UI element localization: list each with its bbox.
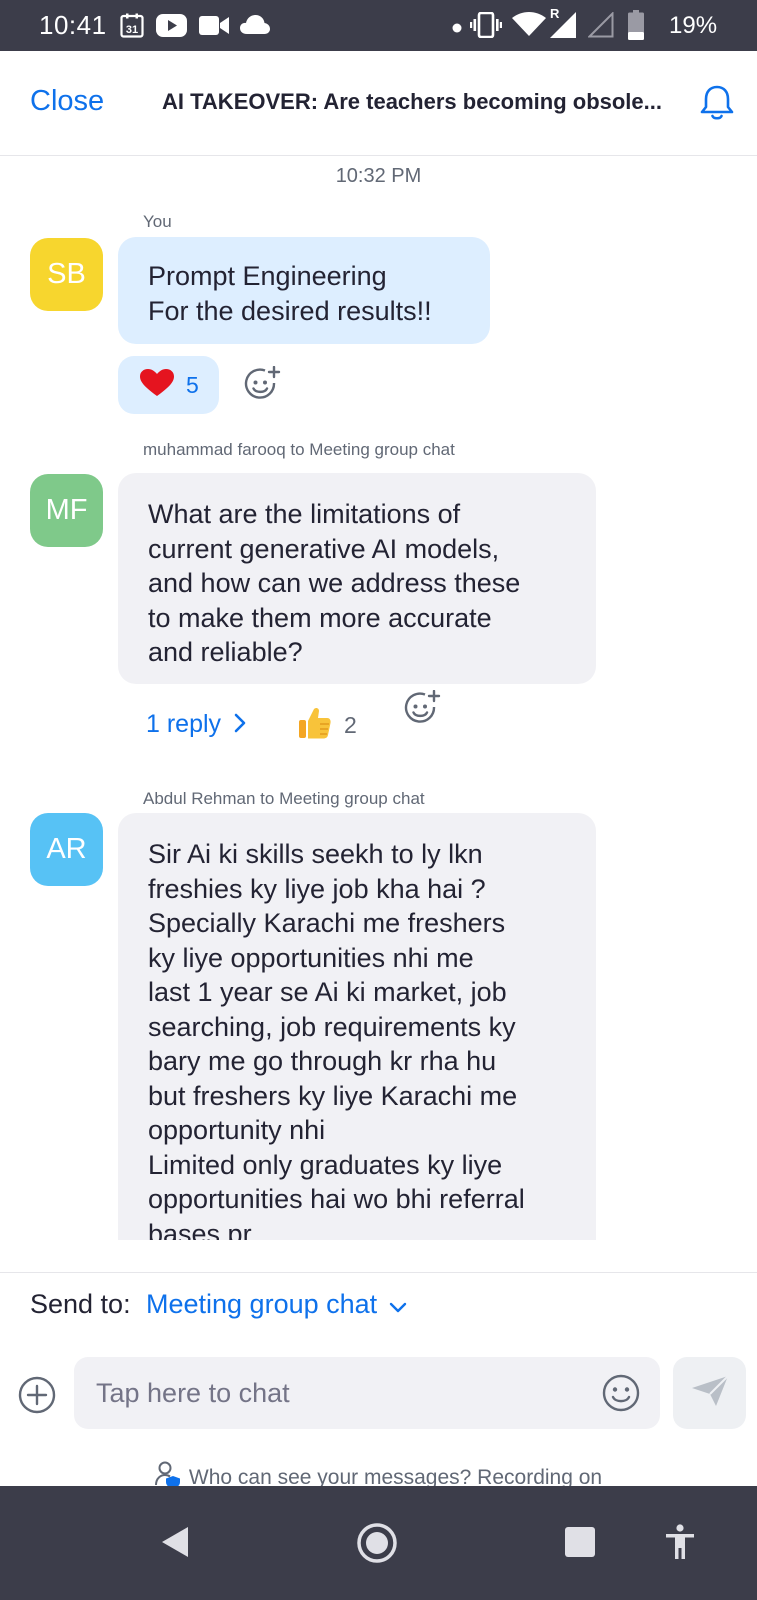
add-attachment-icon[interactable]	[18, 1376, 56, 1419]
add-reaction-icon[interactable]	[404, 689, 442, 733]
message-line: bases pr	[148, 1218, 252, 1241]
calendar-icon: 31	[120, 13, 144, 43]
cloud-icon	[240, 15, 270, 40]
message-line: bary me go through kr rha hu	[148, 1046, 497, 1076]
message-line: Sir Ai ki skills seekh to ly lkn	[148, 839, 483, 869]
message-line: opportunities hai wo bhi referral	[148, 1184, 525, 1214]
message-line: searching, job requirements ky	[148, 1011, 516, 1042]
message-bubble[interactable]: What are the limitations of current gene…	[118, 473, 596, 684]
send-icon	[691, 1374, 729, 1412]
avatar[interactable]: MF	[30, 474, 103, 547]
chat-header: Close AI TAKEOVER: Are teachers becoming…	[0, 51, 757, 156]
message-line: last 1 year se Ai ki market, job	[148, 977, 507, 1007]
thumbs-up-icon	[298, 706, 332, 745]
status-time: 10:41	[39, 10, 107, 40]
home-icon[interactable]	[356, 1522, 398, 1569]
vibrate-icon	[470, 11, 502, 43]
close-button[interactable]: Close	[30, 85, 104, 118]
reply-link[interactable]: 1 reply	[146, 710, 246, 740]
calendar-day: 31	[126, 24, 138, 36]
message-line: ky liye opportunities nhi me	[148, 942, 474, 973]
bell-icon[interactable]	[700, 85, 734, 126]
chevron-down-icon	[389, 1290, 407, 1321]
message-line: Specially Karachi me freshers	[148, 908, 506, 938]
reply-count-label: 1 reply	[146, 710, 222, 738]
message-line: current generative AI models,	[148, 533, 500, 564]
message-line: Limited only graduates ky liye	[148, 1149, 503, 1180]
signal-icon	[550, 12, 576, 43]
recents-icon[interactable]	[565, 1527, 595, 1562]
message-line: freshies ky liye job kha hai ?	[148, 873, 486, 904]
video-camera-icon	[199, 16, 229, 40]
battery-icon	[628, 10, 644, 45]
battery-percent: 19%	[669, 12, 718, 39]
send-to-selector[interactable]: Meeting group chat	[146, 1289, 407, 1321]
add-reaction-icon[interactable]	[244, 365, 282, 409]
message-bubble[interactable]: Prompt Engineering For the desired resul…	[118, 237, 490, 344]
send-to-target: Meeting group chat	[146, 1289, 378, 1319]
system-nav-bar	[0, 1486, 757, 1600]
message-line: opportunity nhi	[148, 1115, 326, 1145]
message-line: What are the limitations of	[148, 499, 461, 529]
heart-icon	[140, 368, 174, 402]
wifi-icon	[512, 12, 546, 41]
message-sender: You	[143, 212, 172, 231]
accessibility-icon[interactable]	[665, 1524, 695, 1565]
message-timestamp: 10:32 PM	[335, 165, 422, 187]
reaction-thumbs-up[interactable]: 2	[298, 705, 357, 745]
youtube-icon	[156, 14, 187, 42]
avatar[interactable]: AR	[30, 813, 103, 886]
message-line: to make them more accurate	[148, 602, 492, 633]
message-line: Prompt Engineering	[148, 261, 387, 291]
message-sender: muhammad farooq to Meeting group chat	[143, 440, 455, 459]
message-sender: Abdul Rehman to Meeting group chat	[143, 789, 425, 808]
send-to-label: Send to:	[30, 1289, 131, 1319]
reaction-heart[interactable]: 5	[118, 356, 219, 414]
reaction-count: 2	[344, 711, 357, 738]
chat-input[interactable]	[74, 1357, 660, 1429]
chat-title: AI TAKEOVER: Are teachers becoming obsol…	[162, 89, 662, 114]
emoji-icon[interactable]	[602, 1374, 640, 1417]
message-line: and how can we address these	[148, 568, 521, 598]
avatar[interactable]: SB	[30, 238, 103, 311]
reaction-count: 5	[186, 371, 199, 398]
back-icon[interactable]	[161, 1526, 189, 1563]
chat-messages[interactable]: 10:32 PM You SB Prompt Engineering For t…	[0, 157, 757, 1240]
message-line: For the desired results!!	[148, 295, 432, 326]
chevron-right-icon	[234, 711, 246, 740]
send-button[interactable]	[673, 1357, 746, 1429]
message-line: and reliable?	[148, 637, 303, 667]
dot-icon	[452, 20, 462, 38]
signal-empty-icon	[587, 11, 614, 43]
status-bar: 10:41 31 R 19%	[0, 0, 757, 51]
chat-composer: Send to: Meeting group chat Who can see …	[0, 1272, 757, 1489]
message-bubble[interactable]: Sir Ai ki skills seekh to ly lkn freshie…	[118, 813, 596, 1240]
message-line: but freshers ky liye Karachi me	[148, 1080, 518, 1111]
